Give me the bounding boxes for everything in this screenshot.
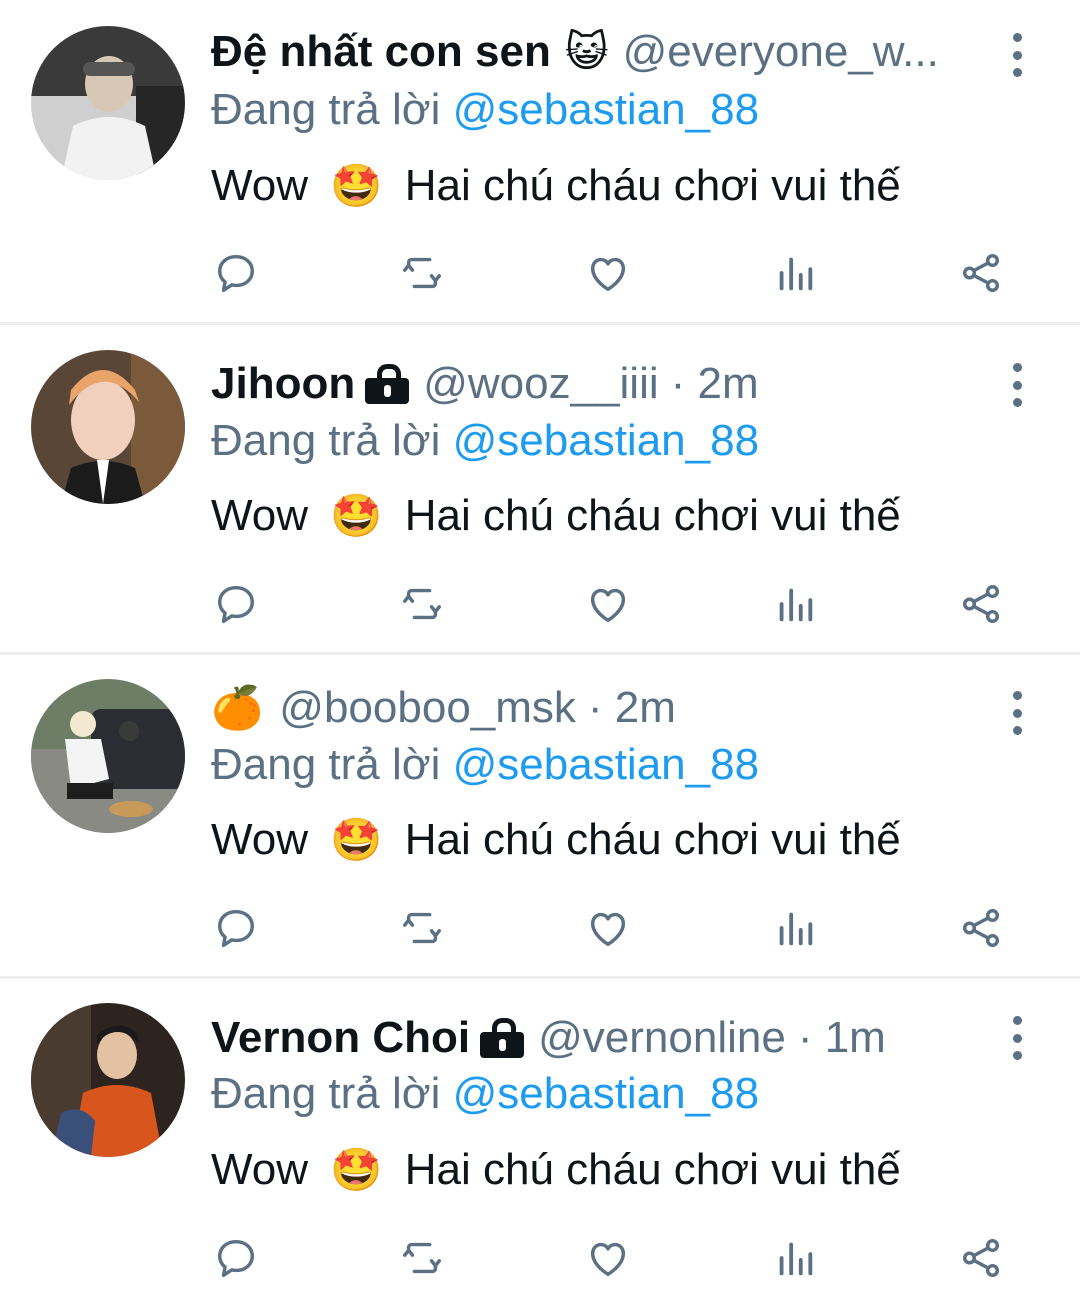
- lock-icon: [365, 364, 410, 404]
- share-icon[interactable]: [956, 903, 1006, 953]
- like-icon[interactable]: [583, 1233, 633, 1283]
- tweet-text-before: Wow: [211, 161, 308, 210]
- tweet-text-before: Wow: [211, 1145, 308, 1194]
- tweet-1[interactable]: Đệ nhất con sen 😺 @everyone_w... Đang tr…: [0, 0, 1080, 322]
- tweet-text-after: Hai chú cháu chơi vui thế: [404, 161, 901, 210]
- star-struck-emoji: 🤩: [330, 815, 383, 864]
- tweet-text-after: Hai chú cháu chơi vui thế: [404, 815, 901, 864]
- reply-icon[interactable]: [211, 248, 261, 298]
- tweet-text: Wow 🤩 Hai chú cháu chơi vui thế: [211, 156, 901, 216]
- retweet-icon[interactable]: [397, 248, 447, 298]
- tweet-text-before: Wow: [211, 815, 308, 864]
- display-name[interactable]: Jihoon: [211, 354, 355, 414]
- reply-icon[interactable]: [211, 579, 261, 629]
- analytics-icon[interactable]: [770, 1233, 820, 1283]
- tweet-actions: [0, 903, 1080, 953]
- user-handle[interactable]: @booboo_msk: [279, 678, 576, 738]
- more-options-icon[interactable]: [1000, 363, 1034, 407]
- analytics-icon[interactable]: [770, 248, 820, 298]
- like-icon[interactable]: [583, 579, 633, 629]
- mention-link[interactable]: @sebastian_88: [453, 416, 759, 465]
- display-name[interactable]: Vernon Choi: [211, 1008, 470, 1068]
- cat-emoji: 😺: [564, 27, 609, 76]
- tweet-text: Wow 🤩 Hai chú cháu chơi vui thế: [211, 810, 901, 870]
- replying-to: Đang trả lời @sebastian_88: [211, 413, 759, 469]
- retweet-icon[interactable]: [397, 903, 447, 953]
- more-options-icon[interactable]: [1000, 33, 1034, 77]
- user-handle[interactable]: @everyone_w...: [623, 22, 939, 82]
- analytics-icon[interactable]: [770, 579, 820, 629]
- like-icon[interactable]: [583, 903, 633, 953]
- tweet-feed: Đệ nhất con sen 😺 @everyone_w... Đang tr…: [0, 0, 1080, 1306]
- replying-prefix: Đang trả lời: [211, 740, 441, 789]
- share-icon[interactable]: [956, 248, 1006, 298]
- lock-icon: [480, 1018, 525, 1058]
- reply-icon[interactable]: [211, 1233, 261, 1283]
- share-icon[interactable]: [956, 1233, 1006, 1283]
- replying-prefix: Đang trả lời: [211, 1069, 441, 1118]
- replying-to: Đang trả lời @sebastian_88: [211, 737, 759, 793]
- star-struck-emoji: 🤩: [330, 161, 383, 210]
- retweet-icon[interactable]: [397, 579, 447, 629]
- star-struck-emoji: 🤩: [330, 491, 383, 540]
- like-icon[interactable]: [583, 248, 633, 298]
- tweet-text-after: Hai chú cháu chơi vui thế: [404, 1145, 901, 1194]
- tweet-3[interactable]: 🍊 @booboo_msk · 2m Đang trả lời @sebasti…: [0, 655, 1080, 976]
- star-struck-emoji: 🤩: [330, 1145, 383, 1194]
- mention-link[interactable]: @sebastian_88: [453, 740, 759, 789]
- user-handle[interactable]: @vernonline: [538, 1008, 786, 1068]
- replying-to: Đang trả lời @sebastian_88: [211, 1066, 759, 1122]
- tweet-text: Wow 🤩 Hai chú cháu chơi vui thế: [211, 1140, 901, 1200]
- avatar[interactable]: [31, 26, 185, 180]
- more-options-icon[interactable]: [1000, 1016, 1034, 1060]
- tweet-text: Wow 🤩 Hai chú cháu chơi vui thế: [211, 486, 901, 546]
- tweet-time: · 1m: [797, 1013, 886, 1062]
- replying-prefix: Đang trả lời: [211, 416, 441, 465]
- replying-to: Đang trả lời @sebastian_88: [211, 82, 759, 138]
- retweet-icon[interactable]: [397, 1233, 447, 1283]
- avatar[interactable]: [31, 1003, 185, 1157]
- tweet-text-after: Hai chú cháu chơi vui thế: [404, 491, 901, 540]
- tweet-4[interactable]: Vernon Choi @vernonline · 1m Đang trả lờ…: [0, 979, 1080, 1306]
- tweet-actions: [0, 1233, 1080, 1283]
- avatar[interactable]: [31, 350, 185, 504]
- mention-link[interactable]: @sebastian_88: [453, 85, 759, 134]
- tweet-actions: [0, 248, 1080, 298]
- reply-icon[interactable]: [211, 903, 261, 953]
- tweet-actions: [0, 579, 1080, 629]
- tweet-text-before: Wow: [211, 491, 308, 540]
- orange-emoji: 🍊: [211, 683, 264, 732]
- tweet-time: · 2m: [670, 359, 759, 408]
- tweet-time: · 2m: [587, 683, 676, 732]
- more-options-icon[interactable]: [1000, 691, 1034, 735]
- user-handle[interactable]: @wooz__iiii: [423, 354, 658, 414]
- avatar[interactable]: [31, 679, 185, 833]
- tweet-2[interactable]: Jihoon @wooz__iiii · 2m Đang trả lời @se…: [0, 325, 1080, 652]
- mention-link[interactable]: @sebastian_88: [453, 1069, 759, 1118]
- replying-prefix: Đang trả lời: [211, 85, 441, 134]
- display-name[interactable]: Đệ nhất con sen: [211, 22, 551, 82]
- share-icon[interactable]: [956, 579, 1006, 629]
- analytics-icon[interactable]: [770, 903, 820, 953]
